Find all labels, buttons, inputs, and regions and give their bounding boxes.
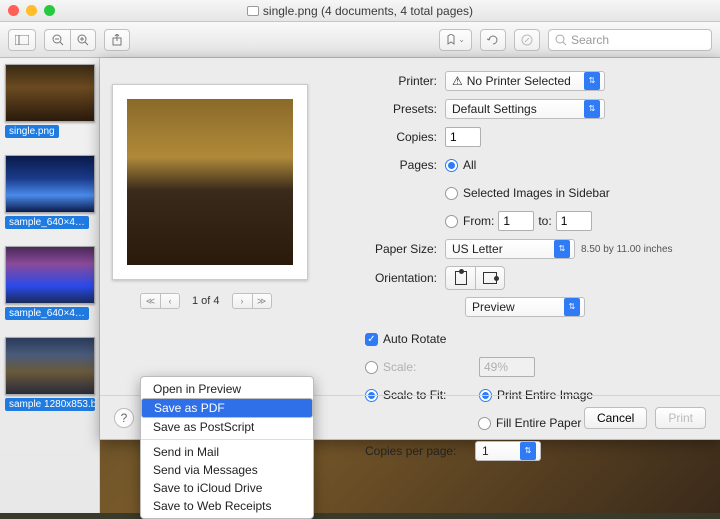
paper-select[interactable]: US Letter⇅ xyxy=(445,239,575,259)
search-input[interactable]: Search xyxy=(548,29,712,51)
chevron-updown-icon: ⇅ xyxy=(564,298,580,316)
thumbnail-label: sample 1280x853.bmp xyxy=(5,398,95,411)
sidebar-toggle-button[interactable] xyxy=(8,29,36,51)
portrait-icon xyxy=(455,271,467,285)
traffic-lights xyxy=(8,5,55,16)
thumbnail-image xyxy=(5,337,95,395)
content-area: ≪ ‹ 1 of 4 › ≫ Printer: ⚠︎No Printer Sel… xyxy=(100,58,720,513)
search-icon xyxy=(555,34,567,46)
orientation-label: Orientation: xyxy=(365,271,437,285)
print-button[interactable]: Print xyxy=(655,407,706,429)
rotate-button[interactable] xyxy=(480,29,506,51)
orientation-portrait-button[interactable] xyxy=(445,266,475,290)
chevron-updown-icon: ⇅ xyxy=(584,100,600,118)
menu-save-as-pdf[interactable]: Save as PDF xyxy=(141,398,313,418)
window-titlebar: single.png (4 documents, 4 total pages) xyxy=(0,0,720,22)
thumbnail-image xyxy=(5,64,95,122)
printer-select[interactable]: ⚠︎No Printer Selected⇅ xyxy=(445,71,605,91)
help-button[interactable]: ? xyxy=(114,408,134,428)
copies-per-page-select[interactable]: 1⇅ xyxy=(475,441,541,461)
thumbnail-image xyxy=(5,246,95,304)
scale-label: Scale: xyxy=(383,360,479,374)
orientation-segment xyxy=(445,266,505,290)
zoom-in-button[interactable] xyxy=(70,29,96,51)
chevron-updown-icon: ⇅ xyxy=(520,442,536,460)
paper-label: Paper Size: xyxy=(365,242,437,256)
menu-send-messages[interactable]: Send via Messages xyxy=(141,461,313,479)
thumbnail-image xyxy=(5,155,95,213)
printer-label: Printer: xyxy=(365,74,437,88)
window-title: single.png (4 documents, 4 total pages) xyxy=(0,4,720,18)
pages-selected-label: Selected Images in Sidebar xyxy=(463,186,610,200)
pages-all-label: All xyxy=(463,158,476,172)
section-select[interactable]: Preview⇅ xyxy=(465,297,585,317)
thumbnail-label: sample_640×4… xyxy=(5,216,89,229)
last-page-button[interactable]: ≫ xyxy=(252,293,272,309)
copies-per-page-label: Copies per page: xyxy=(365,444,475,458)
zoom-group xyxy=(44,29,96,51)
warning-icon: ⚠︎ xyxy=(452,74,463,88)
paper-note: 8.50 by 11.00 inches xyxy=(581,244,673,255)
sidebar-thumb[interactable]: sample_640×4… xyxy=(5,246,94,325)
pages-range-radio[interactable] xyxy=(445,215,458,228)
zoom-window-button[interactable] xyxy=(44,5,55,16)
cancel-button[interactable]: Cancel xyxy=(584,407,647,429)
pages-all-radio[interactable] xyxy=(445,159,458,172)
presets-label: Presets: xyxy=(365,102,437,116)
thumbnail-label: single.png xyxy=(5,125,59,138)
scale-input xyxy=(479,357,535,377)
first-page-button[interactable]: ≪ xyxy=(140,293,160,309)
next-page-button[interactable]: › xyxy=(232,293,252,309)
pdf-dropdown-menu: Open in Preview Save as PDF Save as Post… xyxy=(140,376,314,519)
from-input[interactable] xyxy=(498,211,534,231)
preview-pager: ≪ ‹ 1 of 4 › ≫ xyxy=(140,293,272,309)
auto-rotate-checkbox[interactable]: ✓ xyxy=(365,333,378,346)
menu-save-as-postscript[interactable]: Save as PostScript xyxy=(141,418,313,436)
minimize-window-button[interactable] xyxy=(26,5,37,16)
chevron-updown-icon: ⇅ xyxy=(584,72,600,90)
pages-label: Pages: xyxy=(365,158,437,172)
from-label: From: xyxy=(463,214,494,228)
file-icon xyxy=(247,6,259,16)
print-dialog: ≪ ‹ 1 of 4 › ≫ Printer: ⚠︎No Printer Sel… xyxy=(100,58,720,440)
presets-select[interactable]: Default Settings⇅ xyxy=(445,99,605,119)
copies-input[interactable] xyxy=(445,127,481,147)
markup-button[interactable]: ⌄ xyxy=(439,29,472,51)
menu-open-preview[interactable]: Open in Preview xyxy=(141,380,313,398)
thumbnail-label: sample_640×4… xyxy=(5,307,89,320)
close-window-button[interactable] xyxy=(8,5,19,16)
menu-save-web-receipts[interactable]: Save to Web Receipts xyxy=(141,497,313,515)
orientation-landscape-button[interactable] xyxy=(475,266,505,290)
pages-selected-radio[interactable] xyxy=(445,187,458,200)
preview-image xyxy=(127,99,293,265)
prev-page-button[interactable]: ‹ xyxy=(160,293,180,309)
to-input[interactable] xyxy=(556,211,592,231)
sidebar-thumb[interactable]: sample 1280x853.bmp xyxy=(5,337,94,416)
landscape-icon xyxy=(483,272,497,284)
menu-save-icloud[interactable]: Save to iCloud Drive xyxy=(141,479,313,497)
to-label: to: xyxy=(538,214,551,228)
auto-rotate-label: Auto Rotate xyxy=(383,332,446,346)
menu-send-mail[interactable]: Send in Mail xyxy=(141,443,313,461)
chevron-updown-icon: ⇅ xyxy=(554,240,570,258)
edit-button[interactable] xyxy=(514,29,540,51)
copies-label: Copies: xyxy=(365,130,437,144)
page-indicator: 1 of 4 xyxy=(192,295,220,307)
sidebar-thumb[interactable]: sample_640×4… xyxy=(5,155,94,234)
print-preview xyxy=(112,84,308,280)
scale-radio[interactable] xyxy=(365,361,378,374)
toolbar: ⌄ Search xyxy=(0,22,720,58)
sidebar: single.png sample_640×4… sample_640×4… s… xyxy=(0,58,100,513)
share-button[interactable] xyxy=(104,29,130,51)
sidebar-thumb[interactable]: single.png xyxy=(5,64,94,143)
zoom-out-button[interactable] xyxy=(44,29,70,51)
